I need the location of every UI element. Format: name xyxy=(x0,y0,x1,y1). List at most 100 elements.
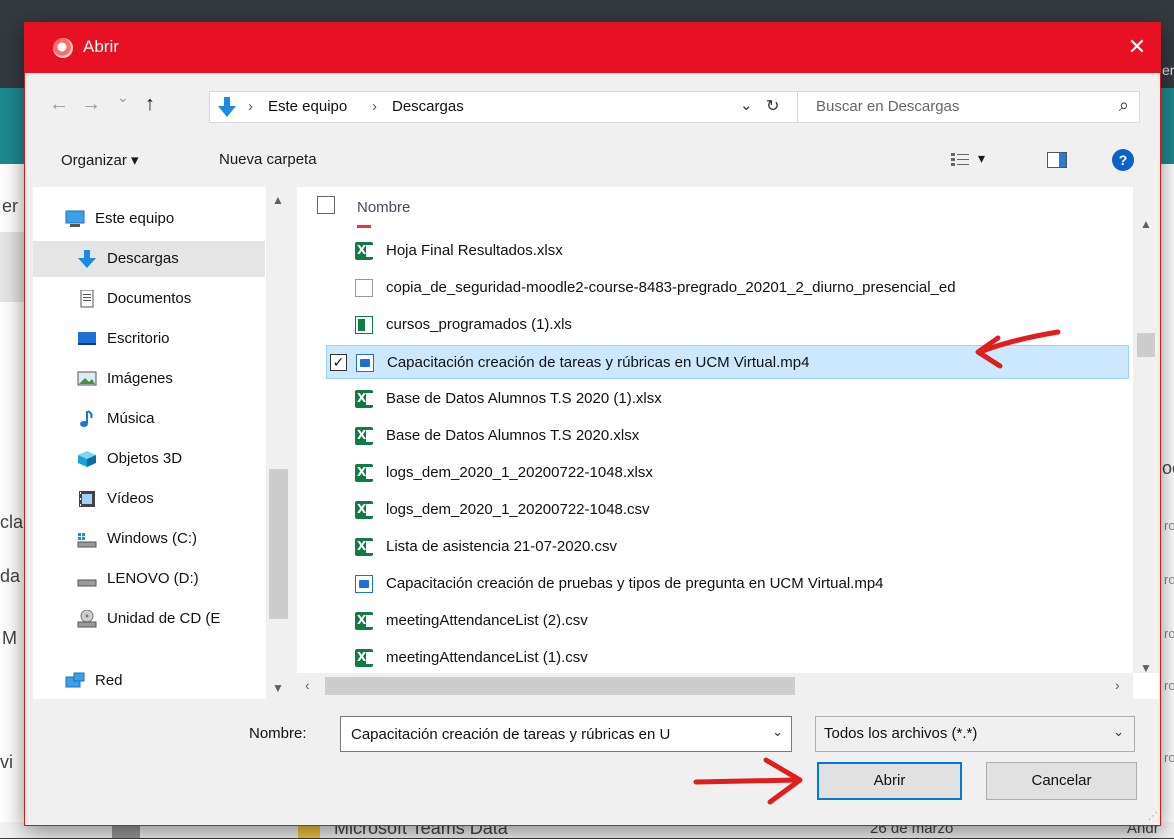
close-button[interactable]: ✕ xyxy=(1114,23,1160,73)
file-row[interactable]: cursos_programados (1).xls xyxy=(326,308,1129,342)
forward-arrow-icon[interactable]: → xyxy=(81,93,101,116)
view-options-chevron-icon[interactable]: ▾ xyxy=(978,150,985,167)
generic-file-icon xyxy=(355,279,373,297)
organize-button[interactable]: Organizar ▾ xyxy=(61,151,139,169)
csv-file-icon xyxy=(355,501,373,519)
file-name: Base de Datos Alumnos T.S 2020.xlsx xyxy=(386,427,640,444)
csv-file-icon xyxy=(355,612,373,630)
scroll-up-icon[interactable]: ▲ xyxy=(1140,217,1152,231)
preview-pane-icon[interactable] xyxy=(1047,152,1067,168)
file-row[interactable]: Base de Datos Alumnos T.S 2020.xlsx xyxy=(326,419,1129,453)
partial-row-fragment xyxy=(357,225,371,228)
file-name: logs_dem_2020_1_20200722-1048.xlsx xyxy=(386,464,653,481)
excel-file-icon xyxy=(355,390,373,408)
sidebar-item-escritorio[interactable]: Escritorio xyxy=(33,321,265,357)
file-row[interactable]: logs_dem_2020_1_20200722-1048.csv xyxy=(326,493,1129,527)
up-arrow-icon[interactable]: ↑ xyxy=(145,93,155,116)
resize-grip-icon[interactable]: ⋰ xyxy=(1148,811,1158,822)
open-button[interactable]: Abrir xyxy=(817,762,962,800)
sidebar-item-label: Vídeos xyxy=(107,490,154,507)
column-header-name[interactable]: Nombre xyxy=(357,199,410,216)
filename-input[interactable] xyxy=(349,725,764,744)
computer-icon xyxy=(65,210,85,227)
address-history-chevron-icon[interactable]: ⌄ xyxy=(740,96,753,114)
file-row[interactable]: Base de Datos Alumnos T.S 2020 (1).xlsx xyxy=(326,382,1129,416)
recent-locations-chevron-icon[interactable]: ⌄ xyxy=(117,89,129,106)
downloads-location-icon xyxy=(218,97,236,117)
search-input[interactable] xyxy=(814,97,1094,116)
scroll-right-icon[interactable]: › xyxy=(1115,677,1120,693)
music-icon xyxy=(80,410,93,427)
open-file-dialog: Abrir ✕ ← → ⌄ ↑ › Este equipo › Descarga… xyxy=(24,22,1161,826)
file-row[interactable]: Lista de asistencia 21-07-2020.csv xyxy=(326,530,1129,564)
dialog-title: Abrir xyxy=(83,37,119,56)
help-icon[interactable]: ? xyxy=(1112,149,1134,171)
row-checkbox-checked[interactable]: ✓ xyxy=(330,354,347,371)
filename-combobox[interactable]: ⌄ xyxy=(340,716,792,752)
sidebar-item-videos[interactable]: Vídeos xyxy=(33,481,265,517)
file-row[interactable]: meetingAttendanceList (2).csv xyxy=(326,604,1129,638)
scroll-left-icon[interactable]: ‹ xyxy=(305,677,310,693)
file-row[interactable]: copia_de_seguridad-moodle2-course-8483-p… xyxy=(326,271,1129,305)
documents-icon xyxy=(80,290,94,308)
sidebar-item-label: LENOVO (D:) xyxy=(107,570,199,587)
search-icon[interactable]: ⌕ xyxy=(1119,95,1129,116)
sidebar-item-red[interactable]: Red xyxy=(33,663,265,699)
file-row[interactable]: Capacitación creación de pruebas y tipos… xyxy=(326,567,1129,601)
sidebar-item-lenovo-d[interactable]: LENOVO (D:) xyxy=(33,561,265,597)
breadcrumb-separator: › xyxy=(248,98,253,115)
objects-3d-icon xyxy=(78,451,96,467)
sidebar-item-descargas[interactable]: Descargas xyxy=(33,241,265,277)
file-list-pane: Nombre Hoja Final Resultados.xlsx copia_… xyxy=(297,187,1159,699)
scrollbar-thumb[interactable] xyxy=(325,677,795,695)
csv-file-icon xyxy=(355,649,373,667)
background-text: M xyxy=(2,628,17,648)
scrollbar-thumb[interactable] xyxy=(1137,333,1155,357)
file-list-horizontal-scrollbar[interactable]: ‹ › xyxy=(297,673,1133,699)
sidebar-item-label: Red xyxy=(95,672,123,689)
file-list-vertical-scrollbar[interactable]: ▲ ▼ xyxy=(1133,187,1159,675)
navigation-row: ← → ⌄ ↑ › Este equipo › Descargas ⌄ ↻ ⌕ xyxy=(25,85,1160,127)
breadcrumb-item-descargas[interactable]: Descargas xyxy=(392,98,464,115)
back-arrow-icon[interactable]: ← xyxy=(49,93,69,116)
cancel-button[interactable]: Cancelar xyxy=(986,762,1137,800)
sidebar-item-musica[interactable]: Música xyxy=(33,401,265,437)
sidebar-item-windows-c[interactable]: Windows (C:) xyxy=(33,521,265,557)
navigation-scrollbar[interactable]: ▲ ▼ xyxy=(266,187,291,699)
select-all-checkbox[interactable] xyxy=(317,196,335,214)
sidebar-item-documentos[interactable]: Documentos xyxy=(33,281,265,317)
file-row-selected[interactable]: ✓ Capacitación creación de tareas y rúbr… xyxy=(326,345,1129,379)
file-name: meetingAttendanceList (1).csv xyxy=(386,649,588,666)
excel-file-icon xyxy=(355,242,373,260)
scroll-down-icon[interactable]: ▼ xyxy=(1140,661,1152,675)
background-text: ro xyxy=(1164,518,1174,533)
file-row[interactable]: meetingAttendanceList (1).csv xyxy=(326,641,1129,675)
file-row[interactable]: Hoja Final Resultados.xlsx xyxy=(326,234,1129,268)
column-header: Nombre xyxy=(297,187,1129,228)
sidebar-item-objetos-3d[interactable]: Objetos 3D xyxy=(33,441,265,477)
scroll-up-icon[interactable]: ▲ xyxy=(272,193,284,207)
sidebar-item-este-equipo[interactable]: Este equipo xyxy=(33,201,265,237)
new-folder-button[interactable]: Nueva carpeta xyxy=(219,151,317,168)
background-text: da xyxy=(0,566,21,586)
filetype-dropdown-chevron-icon[interactable]: ⌄ xyxy=(1113,724,1124,740)
scrollbar-thumb[interactable] xyxy=(269,469,288,619)
background-text: er xyxy=(1162,62,1174,78)
breadcrumb-item-este-equipo[interactable]: Este equipo xyxy=(268,98,347,115)
address-bar[interactable]: › Este equipo › Descargas ⌄ ↻ xyxy=(209,91,808,123)
view-options-icon[interactable] xyxy=(951,152,969,168)
filetype-select[interactable]: Todos los archivos (*.*) ⌄ xyxy=(815,716,1135,752)
background-text: ro xyxy=(1164,626,1174,641)
refresh-icon[interactable]: ↻ xyxy=(766,96,779,116)
sidebar-item-unidad-cd[interactable]: Unidad de CD (E xyxy=(33,601,265,637)
background-text: oc xyxy=(1162,458,1174,478)
excel-file-icon xyxy=(355,427,373,445)
scroll-down-icon[interactable]: ▼ xyxy=(272,681,284,695)
filename-dropdown-chevron-icon[interactable]: ⌄ xyxy=(772,724,783,740)
file-row[interactable]: logs_dem_2020_1_20200722-1048.xlsx xyxy=(326,456,1129,490)
dialog-titlebar[interactable]: Abrir ✕ xyxy=(25,23,1160,73)
search-box[interactable]: ⌕ xyxy=(797,91,1140,123)
breadcrumb-separator: › xyxy=(372,98,377,115)
background-text: ro xyxy=(1164,750,1174,765)
sidebar-item-imagenes[interactable]: Imágenes xyxy=(33,361,265,397)
